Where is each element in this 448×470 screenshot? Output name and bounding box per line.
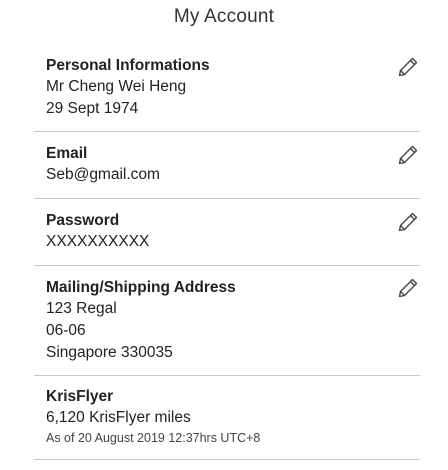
password-value: XXXXXXXXXX — [46, 233, 150, 250]
edit-address-button[interactable] — [396, 276, 420, 300]
krisflyer-as-of: As of 20 August 2019 12:37hrs UTC+8 — [46, 431, 261, 445]
email-value: Seb@gmail.com — [46, 166, 160, 183]
email-heading: Email — [46, 145, 88, 162]
edit-email-button[interactable] — [396, 143, 420, 167]
email-section: Email Seb@gmail.com — [34, 132, 420, 199]
krisflyer-miles: 6,120 KrisFlyer miles — [46, 409, 191, 426]
password-section: Password XXXXXXXXXX — [34, 199, 420, 266]
personal-info-heading: Personal Informations — [46, 57, 210, 74]
address-line-1: 123 Regal — [46, 300, 117, 317]
krisflyer-heading: KrisFlyer — [46, 388, 114, 405]
edit-personal-info-button[interactable] — [396, 55, 420, 79]
pencil-icon — [398, 278, 418, 298]
personal-info-section: Personal Informations Mr Cheng Wei Heng … — [34, 45, 420, 132]
page-title: My Account — [173, 6, 275, 27]
pencil-icon — [398, 145, 418, 165]
personal-name: Mr Cheng Wei Heng — [46, 78, 187, 95]
address-section: Mailing/Shipping Address 123 Regal 06-06… — [34, 266, 420, 376]
my-account-page: My Account Personal Informations Mr Chen… — [0, 0, 448, 470]
pencil-icon — [398, 212, 418, 232]
krisflyer-section: KrisFlyer 6,120 KrisFlyer miles As of 20… — [34, 376, 420, 460]
address-line-3: Singapore 330035 — [46, 344, 173, 361]
address-heading: Mailing/Shipping Address — [46, 279, 236, 296]
password-heading: Password — [46, 212, 120, 229]
pencil-icon — [398, 57, 418, 77]
personal-dob: 29 Sept 1974 — [46, 100, 139, 117]
address-line-2: 06-06 — [46, 322, 86, 339]
account-sections: Personal Informations Mr Cheng Wei Heng … — [34, 45, 420, 460]
edit-password-button[interactable] — [396, 210, 420, 234]
